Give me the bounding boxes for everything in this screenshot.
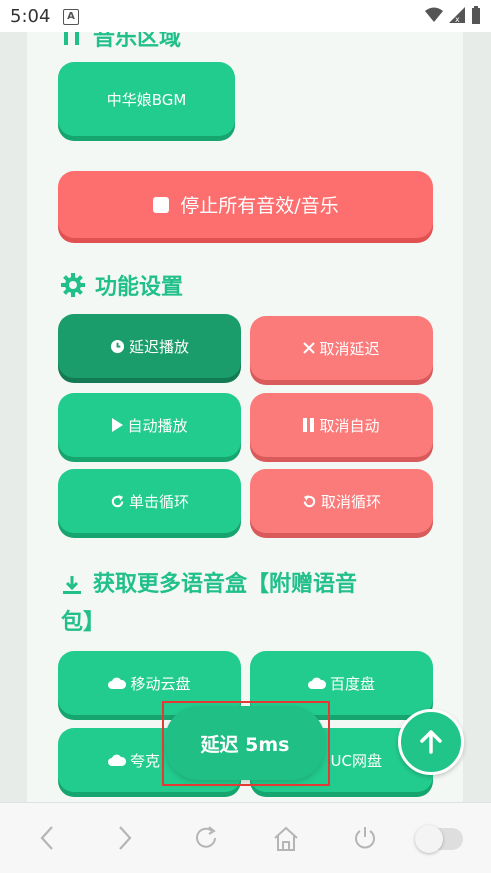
baidu-pan-label: 百度盘 (329, 674, 375, 693)
cancel-delay-button[interactable]: 取消延迟 (250, 316, 433, 380)
status-bar: 5:04 A x (0, 0, 491, 32)
quark-label: 夸克 (130, 751, 161, 770)
gear-icon (61, 273, 85, 297)
loop-label: 单击循环 (128, 492, 189, 511)
music-section-title-text: 音乐区域 (93, 32, 182, 51)
cancel-loop-label: 取消循环 (320, 492, 381, 511)
cloud-icon (108, 677, 127, 689)
play-icon (112, 418, 124, 432)
toggle-switch[interactable] (415, 825, 463, 853)
download-section-title-line1: 获取更多语音盒【附赠语音 (93, 572, 358, 597)
cloud-icon (307, 677, 326, 689)
loop-button[interactable]: 单击循环 (58, 469, 241, 533)
function-section-title: 功能设置 (61, 269, 183, 301)
forward-icon[interactable] (116, 825, 134, 851)
delay-play-button[interactable]: 延迟播放 (58, 314, 241, 378)
toggle-knob (415, 825, 443, 853)
signal-icon: x (449, 7, 465, 23)
arrow-up-icon (420, 730, 442, 754)
scroll-top-button[interactable] (398, 709, 464, 775)
cancel-auto-button[interactable]: 取消自动 (250, 393, 433, 457)
mobile-cloud-label: 移动云盘 (130, 674, 191, 693)
highlight-box (162, 701, 330, 786)
bgm-button-label: 中华娘BGM (106, 90, 187, 109)
delay-play-label: 延迟播放 (128, 337, 189, 356)
cancel-loop-button[interactable]: 取消循环 (250, 469, 433, 533)
undo-icon (303, 494, 316, 507)
music-section-title: 音乐区域 (61, 32, 181, 52)
music-icon (64, 32, 79, 45)
bgm-button[interactable]: 中华娘BGM (58, 62, 235, 136)
clock-icon (110, 339, 125, 353)
download-icon (63, 576, 81, 594)
refresh-icon[interactable] (193, 825, 219, 851)
status-icons: x (425, 6, 481, 24)
home-icon[interactable] (272, 825, 300, 853)
battery-icon (472, 6, 480, 24)
uc-pan-label: UC网盘 (330, 751, 382, 770)
power-icon[interactable] (352, 825, 378, 851)
cancel-delay-label: 取消延迟 (319, 339, 380, 358)
wifi-icon (425, 7, 443, 22)
pause-icon (303, 418, 315, 432)
stop-all-button[interactable]: 停止所有音效/音乐 (58, 171, 433, 238)
browser-toolbar (0, 802, 491, 873)
auto-play-label: 自动播放 (127, 416, 188, 435)
back-icon[interactable] (38, 825, 56, 851)
auto-play-button[interactable]: 自动播放 (58, 393, 241, 457)
redo-icon (111, 494, 124, 507)
close-icon (303, 342, 316, 354)
cancel-auto-label: 取消自动 (319, 416, 380, 435)
download-section-title-line2: 包】 (61, 610, 106, 635)
status-time: 5:04 (10, 6, 51, 27)
stop-all-button-label: 停止所有音效/音乐 (180, 195, 339, 217)
svg-text:x: x (455, 15, 460, 23)
notification-icon: A (63, 9, 79, 25)
cloud-icon (108, 754, 126, 766)
main-panel: 音乐区域 中华娘BGM 停止所有音效/音乐 功能设置 延迟播放 取消延迟 自动播… (27, 32, 463, 802)
stop-icon (153, 196, 170, 213)
download-section-title: 获取更多语音盒【附赠语音 包】 (61, 566, 441, 642)
function-section-title-text: 功能设置 (95, 275, 184, 300)
